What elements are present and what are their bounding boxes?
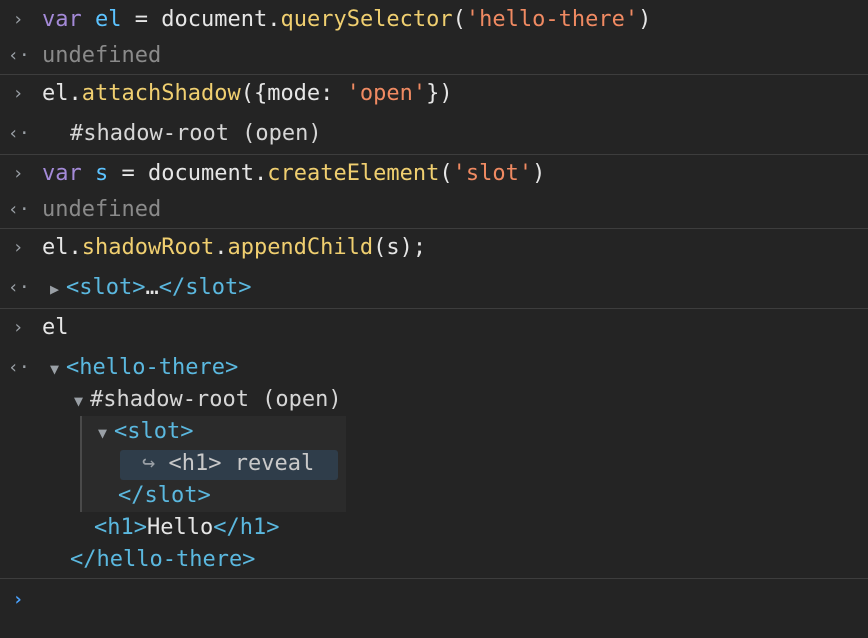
console-input-code[interactable]: el.attachShadow({mode: 'open'})	[42, 78, 453, 110]
console-output-row: ‹· undefined	[0, 40, 868, 72]
function-name: querySelector	[280, 7, 453, 32]
console-input-code[interactable]: el.shadowRoot.appendChild(s);	[42, 232, 426, 264]
devtools-console: › var el = document.querySelector('hello…	[0, 0, 868, 638]
console-output-row: ‹· undefined	[0, 194, 868, 226]
output-value: undefined	[42, 197, 162, 222]
console-input-code[interactable]: el	[42, 312, 69, 344]
slot-open-tag: <slot>	[66, 275, 146, 300]
tree-row: </slot>	[0, 480, 868, 512]
reveal-arrow-icon: ↪	[142, 451, 156, 476]
tree-row: ▼ <slot>	[0, 416, 868, 448]
slot-open-tag: <slot>	[114, 419, 194, 444]
object-ref: document.	[148, 161, 268, 186]
h1-text: Hello	[146, 515, 214, 540]
call-args: (s);	[373, 235, 427, 260]
input-prompt-icon: ›	[12, 9, 24, 30]
paren-open: (	[452, 7, 466, 32]
input-prompt-icon: ›	[12, 237, 24, 258]
paren-close: )	[638, 7, 652, 32]
slot-close-tag: </slot>	[118, 483, 211, 508]
output-prompt-icon: ‹·	[8, 357, 30, 378]
keyword: var	[42, 7, 82, 32]
tree-row: ▼ #shadow-root (open)	[0, 384, 868, 416]
collapse-triangle-icon[interactable]: ▼	[74, 385, 90, 417]
paren-close: )	[532, 161, 546, 186]
property-name: shadowRoot	[81, 235, 215, 260]
console-input-row[interactable]: › el.attachShadow({mode: 'open'})	[0, 78, 868, 110]
shadow-root-label: #shadow-root (open)	[90, 387, 342, 412]
output-prompt-icon: ‹·	[8, 123, 30, 144]
console-output-row: ‹· ▶ <slot>…</slot>	[0, 272, 868, 304]
console-output-row: ‹· #shadow-root (open)	[0, 118, 868, 150]
h1-node[interactable]: <h1>Hello</h1>	[94, 512, 279, 544]
string-literal: 'open'	[346, 81, 427, 106]
shadow-root-node[interactable]: ▼ #shadow-root (open)	[74, 384, 342, 417]
output-prompt-icon: ‹·	[8, 199, 30, 220]
string-literal: 'slot'	[452, 161, 533, 186]
object-ref: el	[42, 315, 69, 340]
object-ref: el.	[42, 235, 82, 260]
entry-divider	[0, 74, 868, 75]
keyword: var	[42, 161, 82, 186]
entry-divider	[0, 154, 868, 155]
output-value: undefined	[42, 43, 162, 68]
input-prompt-icon: ›	[12, 317, 24, 338]
function-name: createElement	[267, 161, 440, 186]
output-prompt-icon: ‹·	[8, 277, 30, 298]
entry-divider	[0, 228, 868, 229]
input-prompt-icon: ›	[12, 83, 24, 104]
paren-close: })	[426, 81, 453, 106]
slot-close-tag: </slot>	[158, 275, 252, 300]
h1-close-tag: </h1>	[213, 515, 280, 540]
console-prompt-row[interactable]: ›	[0, 584, 868, 616]
expand-triangle-icon[interactable]: ▶	[50, 273, 66, 305]
string-literal: 'hello-there'	[465, 7, 639, 32]
console-input-row[interactable]: › var el = document.querySelector('hello…	[0, 4, 868, 36]
output-prompt-icon: ‹·	[8, 45, 30, 66]
active-prompt-icon: ›	[12, 589, 24, 610]
tree-row: ↪ <h1> reveal	[0, 448, 868, 480]
ellipsis: …	[145, 275, 159, 300]
h1-open-tag: <h1>	[94, 515, 147, 540]
hello-there-node[interactable]: ▼ <hello-there>	[50, 352, 238, 385]
console-input-row[interactable]: › var s = document.createElement('slot')	[0, 158, 868, 190]
function-name: attachShadow	[81, 81, 241, 106]
object-ref: el.	[42, 81, 82, 106]
slot-element-output[interactable]: ▶ <slot>…</slot>	[50, 272, 251, 305]
tree-row: </hello-there>	[0, 544, 868, 576]
paren-open: (	[439, 161, 453, 186]
entry-divider	[0, 308, 868, 309]
hello-there-open-tag: <hello-there>	[66, 355, 239, 380]
console-input-code[interactable]: var el = document.querySelector('hello-t…	[42, 4, 651, 36]
paren-open: ({mode:	[240, 81, 347, 106]
operator: =	[121, 7, 162, 32]
console-output-row: ‹· ▼ <hello-there>	[0, 352, 868, 384]
collapse-triangle-icon[interactable]: ▼	[50, 353, 66, 385]
input-prompt-icon: ›	[12, 163, 24, 184]
console-input-code[interactable]: var s = document.createElement('slot')	[42, 158, 545, 190]
slot-node[interactable]: ▼ <slot>	[98, 416, 193, 449]
entry-divider	[0, 578, 868, 579]
identifier: el	[95, 7, 122, 32]
operator: =	[108, 161, 148, 186]
console-input-row[interactable]: › el.shadowRoot.appendChild(s);	[0, 232, 868, 264]
collapse-triangle-icon[interactable]: ▼	[98, 417, 114, 449]
reveal-link[interactable]: ↪ <h1> reveal	[142, 448, 314, 480]
hello-there-close-tag: </hello-there>	[70, 547, 256, 572]
shadow-root-output[interactable]: #shadow-root (open)	[70, 118, 322, 150]
identifier: s	[95, 161, 109, 186]
function-name: appendChild	[227, 235, 374, 260]
reveal-label: <h1> reveal	[168, 451, 315, 476]
dot: .	[214, 235, 228, 260]
console-input-row[interactable]: › el	[0, 312, 868, 344]
console-input-field[interactable]	[42, 584, 842, 616]
tree-row: <h1>Hello</h1>	[0, 512, 868, 544]
object-ref: document.	[161, 7, 281, 32]
